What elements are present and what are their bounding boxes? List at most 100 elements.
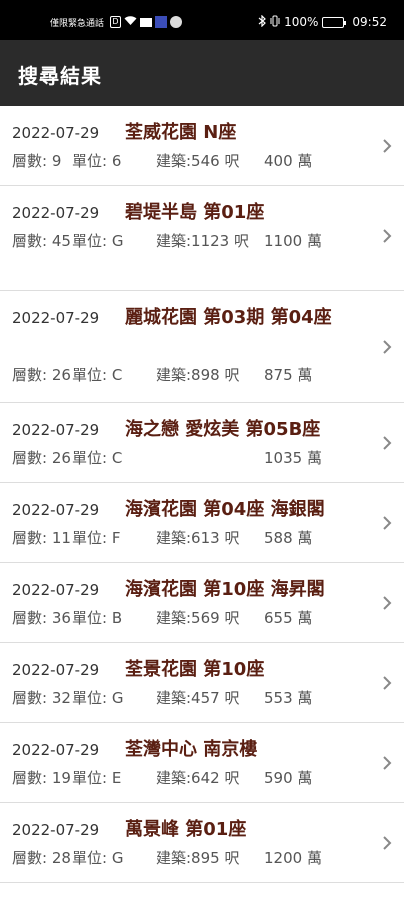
unit-label: 單位: E (72, 769, 122, 787)
gross-area: 建築:569 呎 (156, 609, 240, 627)
unit-label: 單位: G (72, 849, 124, 867)
floor-count: 層數: 32 (12, 689, 71, 707)
app-notification-icon-2 (170, 16, 183, 28)
estate-name: 海濱花園 第10座 海昇閣 (125, 579, 325, 600)
estate-name: 海之戀 愛炫美 第05B座 (125, 419, 321, 440)
transaction-date: 2022-07-29 (12, 581, 100, 599)
result-row[interactable]: 2022-07-29 萬景峰 第01座層數: 28 單位: G 建築:895 呎 120… (0, 803, 404, 883)
estate-name: 萬景峰 第01座 (125, 819, 247, 840)
clock: 09:52 (352, 15, 387, 29)
battery-percent: 100% (284, 15, 319, 29)
result-row[interactable]: 2022-07-29 海濱花園 第04座 海銀閣層數: 11 單位: F 建築:613… (0, 483, 404, 563)
gross-area: 建築:457 呎 (156, 689, 240, 707)
result-header: 2022-07-29 海濱花園 第10座 海昇閣 (12, 575, 377, 605)
unit-label: 單位: 6 (72, 152, 122, 170)
status-bar: 僅限緊急通話 D 100% 09:52 (0, 0, 404, 40)
result-header: 2022-07-29 麗城花園 第03期 第04座 (12, 303, 377, 333)
chevron-right-icon (380, 835, 394, 850)
result-row[interactable]: 2022-07-29 荃景花園 第10座層數: 32 單位: G 建築:457 呎 55… (0, 643, 404, 723)
chevron-right-icon (380, 755, 394, 770)
floor-count: 層數: 26 (12, 366, 71, 384)
floor-count: 層數: 9 (12, 152, 62, 170)
price: 1035 萬 (264, 449, 322, 467)
floor-count: 層數: 45 (12, 232, 71, 250)
floor-count: 層數: 26 (12, 449, 71, 467)
result-header: 2022-07-29 荃威花園 N座 (12, 118, 377, 148)
estate-name: 荃灣中心 南京樓 (125, 739, 258, 760)
chevron-right-icon (380, 228, 394, 243)
unit-label: 單位: C (72, 449, 123, 467)
price: 1200 萬 (264, 849, 322, 867)
bluetooth-icon (258, 14, 266, 30)
result-header: 2022-07-29 荃灣中心 南京樓 (12, 735, 377, 765)
unit-label: 單位: G (72, 689, 124, 707)
wifi-icon (124, 15, 137, 29)
gross-area: 建築:642 呎 (156, 769, 240, 787)
estate-name: 碧堤半島 第01座 (125, 202, 265, 223)
chevron-right-icon (380, 339, 394, 354)
floor-count: 層數: 28 (12, 849, 71, 867)
chevron-right-icon (380, 435, 394, 450)
transaction-date: 2022-07-29 (12, 204, 100, 222)
result-header: 2022-07-29 海之戀 愛炫美 第05B座 (12, 415, 377, 445)
app-notification-icon (155, 16, 168, 28)
price: 655 萬 (264, 609, 313, 627)
price: 590 萬 (264, 769, 313, 787)
price: 400 萬 (264, 152, 313, 170)
page-title: 搜尋結果 (18, 64, 102, 88)
price: 553 萬 (264, 689, 313, 707)
transaction-date: 2022-07-29 (12, 821, 100, 839)
result-header: 2022-07-29 碧堤半島 第01座 (12, 198, 377, 228)
result-row[interactable]: 2022-07-29 海濱花園 第10座 海昇閣層數: 36 單位: B 建築:569… (0, 563, 404, 643)
result-details: 層數: 26 單位: C 建築:898 呎 875 萬 (12, 364, 372, 408)
estate-name: 荃景花園 第10座 (125, 659, 265, 680)
transaction-date: 2022-07-29 (12, 421, 100, 439)
result-header: 2022-07-29 海濱花園 第04座 海銀閣 (12, 495, 377, 525)
vibrate-icon (270, 15, 280, 30)
estate-name: 荃威花園 N座 (125, 122, 237, 143)
chevron-right-icon (380, 515, 394, 530)
gross-area: 建築:546 呎 (156, 152, 240, 170)
result-row[interactable]: 2022-07-29 碧堤半島 第01座層數: 45 單位: G 建築:1123 呎 1… (0, 186, 404, 291)
result-header: 2022-07-29 萬景峰 第01座 (12, 815, 377, 845)
price: 1100 萬 (264, 232, 322, 250)
transaction-date: 2022-07-29 (12, 501, 100, 519)
mail-icon (140, 17, 153, 27)
transaction-date: 2022-07-29 (12, 661, 100, 679)
status-left: 僅限緊急通話 D (50, 13, 183, 31)
gross-area: 建築:1123 呎 (156, 232, 249, 250)
price: 875 萬 (264, 366, 313, 384)
result-details: 層數: 45 單位: G 建築:1123 呎 1100 萬 (12, 230, 372, 274)
unit-label: 單位: B (72, 609, 123, 627)
result-row[interactable]: 2022-07-29 麗城花園 第03期 第04座層數: 26 單位: C 建築:89… (0, 291, 404, 403)
result-row[interactable]: 2022-07-29 荃威花園 N座層數: 9 單位: 6 建築:546 呎 400 萬 (0, 106, 404, 186)
unit-label: 單位: G (72, 232, 124, 250)
price: 588 萬 (264, 529, 313, 547)
chevron-right-icon (380, 675, 394, 690)
gross-area: 建築:613 呎 (156, 529, 240, 547)
floor-count: 層數: 19 (12, 769, 71, 787)
unit-label: 單位: F (72, 529, 121, 547)
gross-area: 建築:898 呎 (156, 366, 240, 384)
estate-name: 海濱花園 第04座 海銀閣 (125, 499, 325, 520)
battery-icon (322, 16, 347, 28)
status-right: 100% 09:52 (258, 13, 387, 31)
result-row-partial[interactable] (0, 883, 404, 900)
app-bar: 搜尋結果 (0, 40, 404, 106)
gross-area: 建築:895 呎 (156, 849, 240, 867)
result-row[interactable]: 2022-07-29 海之戀 愛炫美 第05B座層數: 26 單位: C 1035 萬 (0, 403, 404, 483)
estate-name: 麗城花園 第03期 第04座 (125, 307, 332, 328)
carrier-text: 僅限緊急通話 (50, 18, 105, 29)
sim-icon: D (110, 16, 122, 28)
transaction-date: 2022-07-29 (12, 309, 100, 327)
result-header: 2022-07-29 荃景花園 第10座 (12, 655, 377, 685)
transaction-date: 2022-07-29 (12, 124, 100, 142)
chevron-right-icon (380, 138, 394, 153)
unit-label: 單位: C (72, 366, 123, 384)
transaction-date: 2022-07-29 (12, 741, 100, 759)
results-list: 2022-07-29 荃威花園 N座層數: 9 單位: 6 建築:546 呎 400 萬… (0, 106, 404, 900)
floor-count: 層數: 11 (12, 529, 71, 547)
chevron-right-icon (380, 595, 394, 610)
floor-count: 層數: 36 (12, 609, 71, 627)
result-row[interactable]: 2022-07-29 荃灣中心 南京樓層數: 19 單位: E 建築:642 呎 590… (0, 723, 404, 803)
